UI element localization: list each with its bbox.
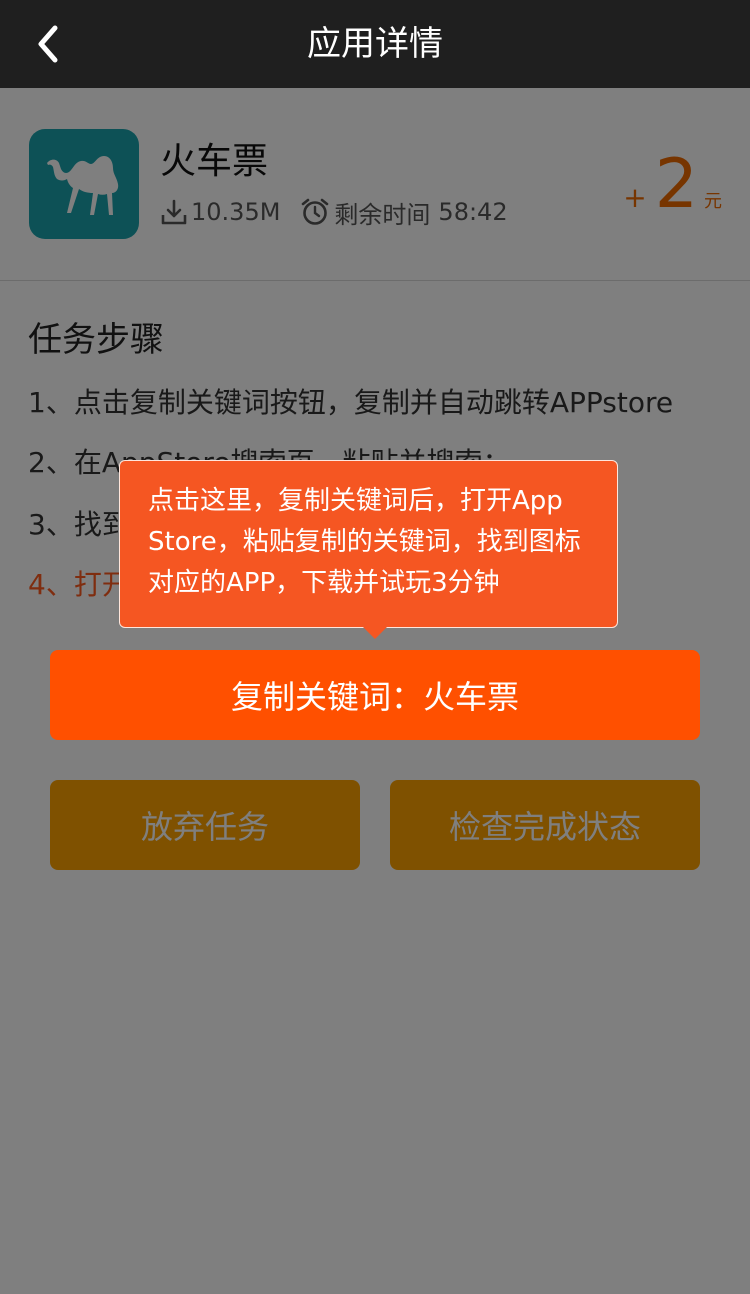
nav-bar: 应用详情 (0, 0, 750, 88)
guide-tooltip: 点击这里，复制关键词后，打开App Store，粘贴复制的关键词，找到图标对应的… (119, 460, 618, 628)
tooltip-text: 点击这里，复制关键词后，打开App Store，粘贴复制的关键词，找到图标对应的… (148, 486, 581, 598)
page-title: 应用详情 (307, 24, 443, 64)
copy-keyword-button[interactable]: 复制关键词：火车票 (50, 650, 700, 740)
tooltip-arrow (363, 627, 387, 639)
